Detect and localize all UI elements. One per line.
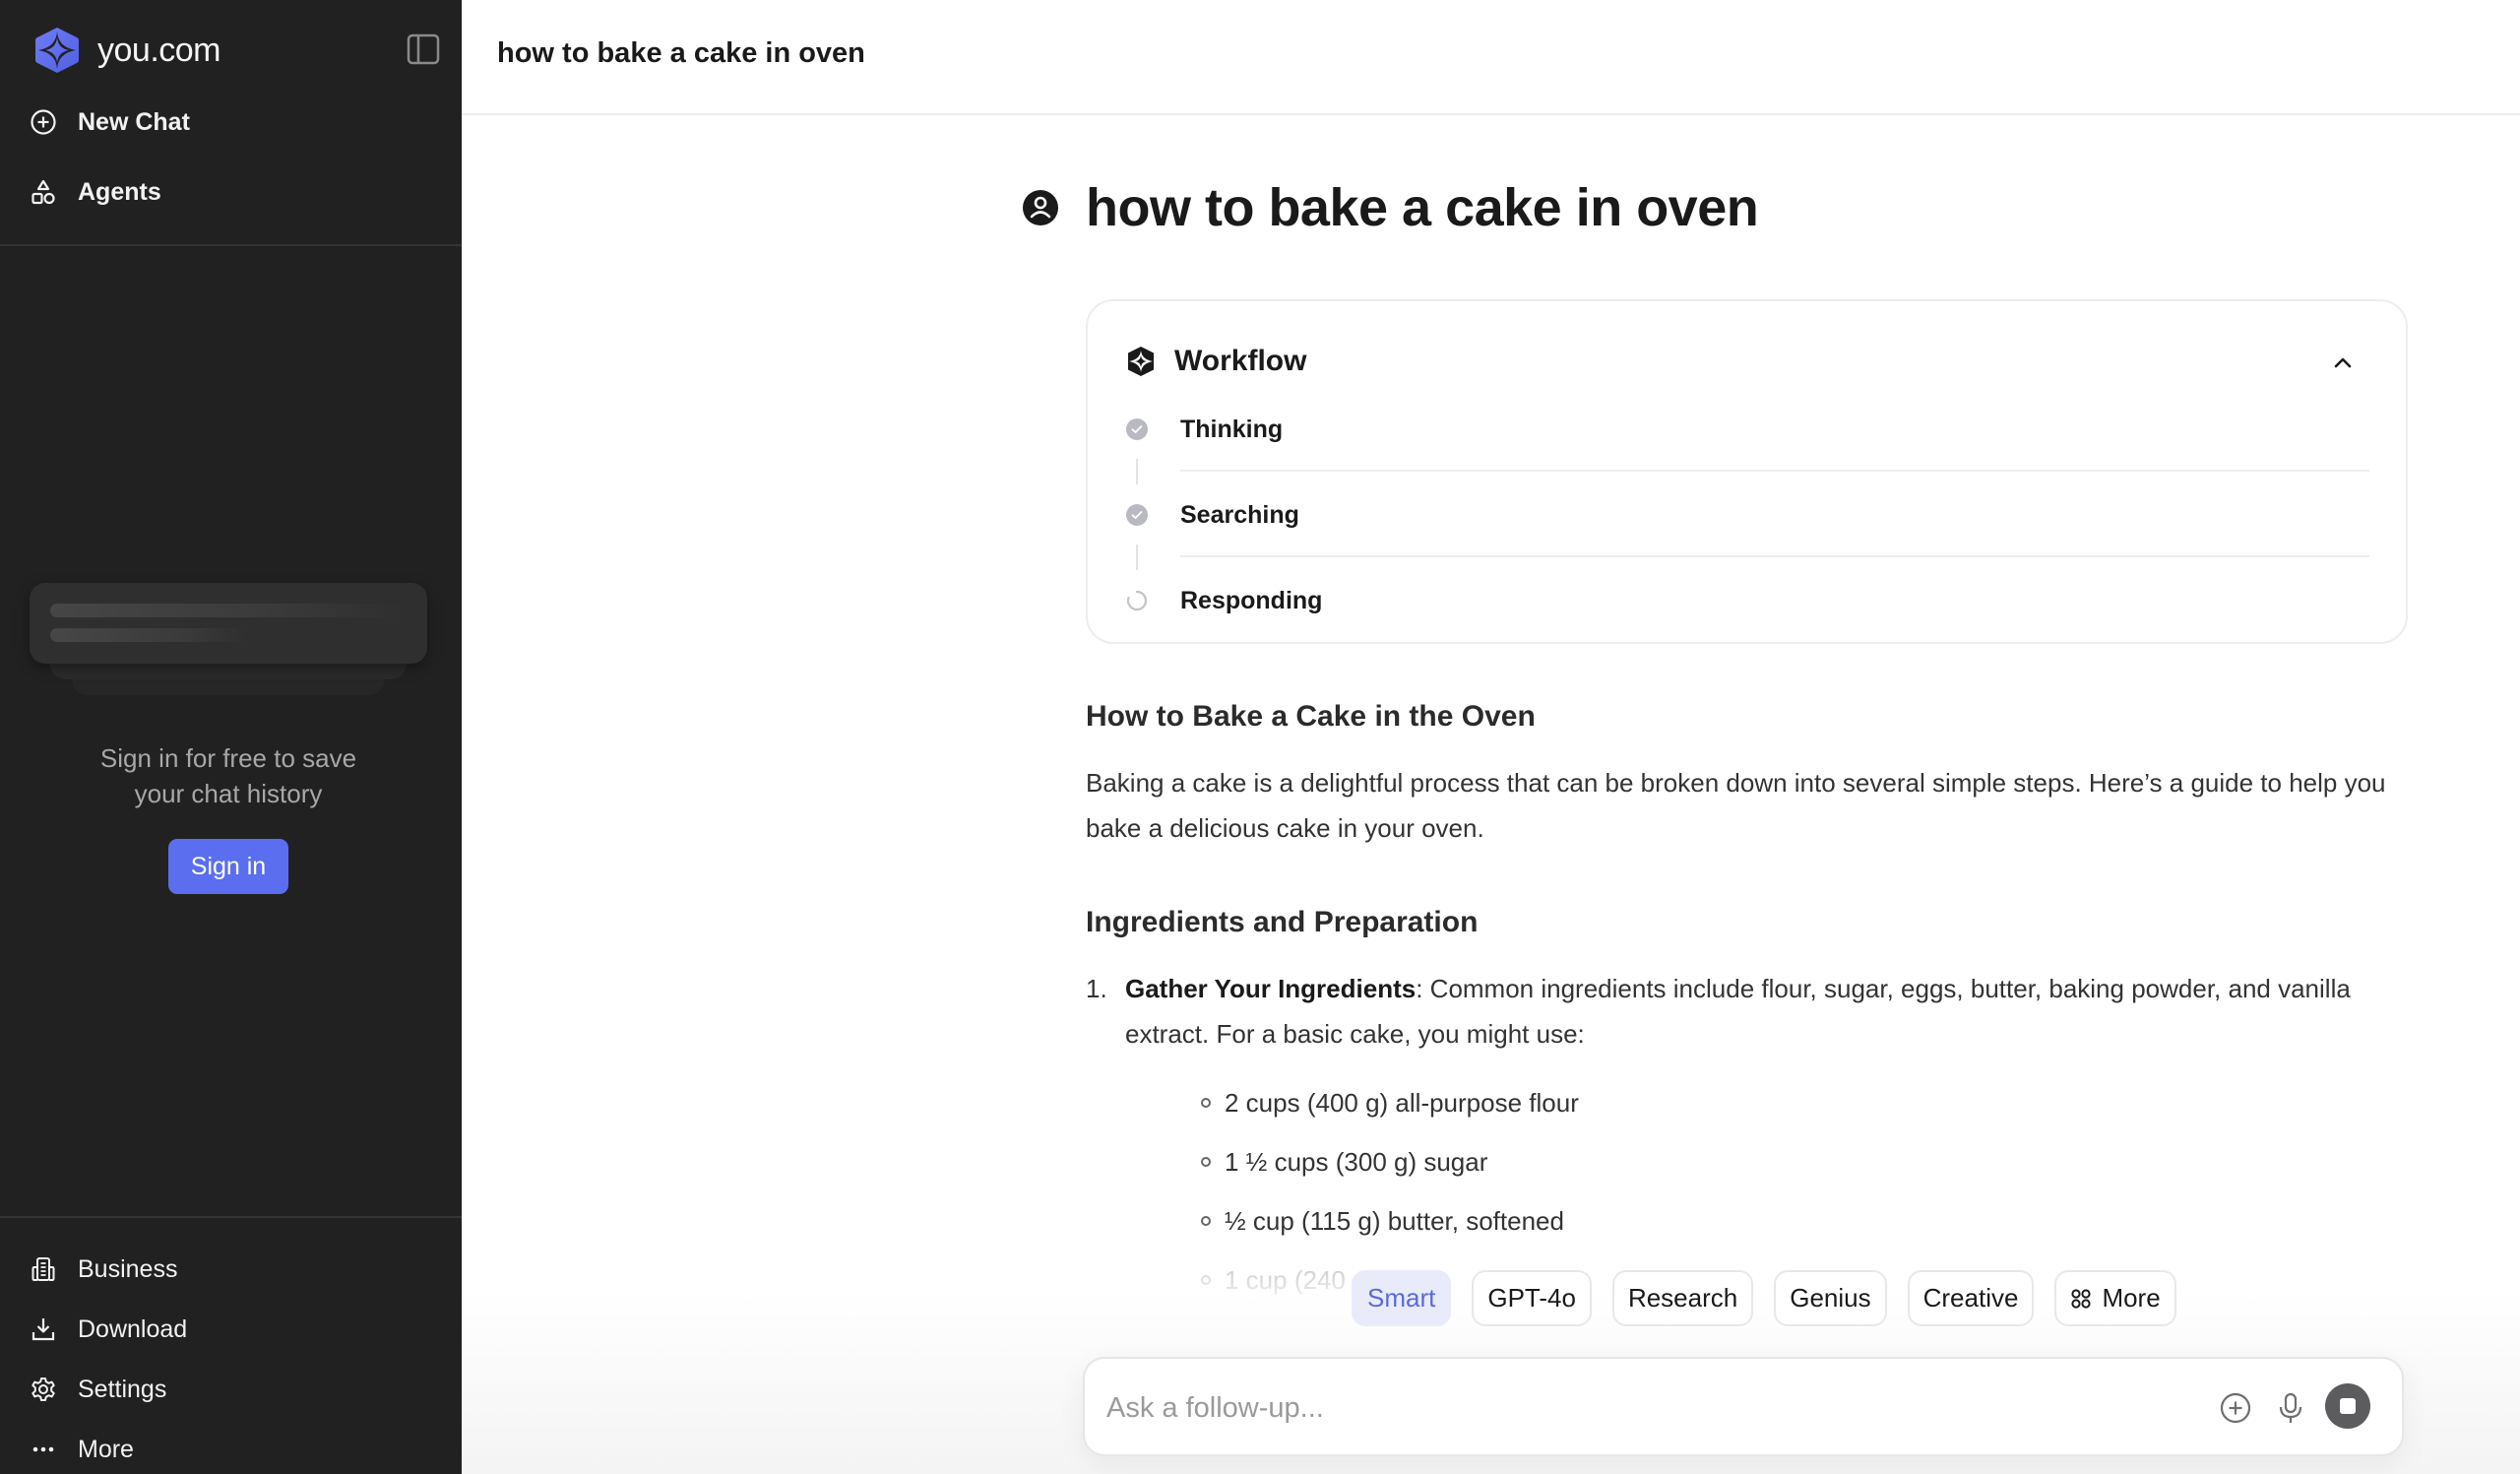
workflow-header[interactable]: Workflow: [1125, 345, 1306, 378]
building-icon: [28, 1253, 59, 1285]
grid-icon: [2071, 1288, 2092, 1309]
gear-icon: [28, 1374, 59, 1405]
chevron-up-icon: [2334, 357, 2352, 368]
workflow-step-searching: Searching: [1125, 495, 1299, 535]
sidebar-item-settings[interactable]: Settings: [28, 1367, 166, 1412]
stop-icon: [2340, 1398, 2356, 1414]
collapse-workflow-button[interactable]: [2329, 351, 2357, 374]
placeholder-line: [50, 604, 405, 617]
mode-more-label: More: [2102, 1283, 2161, 1313]
sidebar-item-download[interactable]: Download: [28, 1307, 187, 1352]
ingredient-text: ½ cup (115 g) butter, softened: [1225, 1206, 1564, 1236]
follow-up-input[interactable]: [1106, 1386, 2091, 1430]
workflow-title: Workflow: [1174, 345, 1307, 377]
mode-smart[interactable]: Smart: [1352, 1270, 1452, 1326]
brand-name: you.com: [97, 31, 221, 69]
voice-input-button[interactable]: [2270, 1387, 2311, 1429]
ingredient-text: 2 cups (400 g) all-purpose flour: [1225, 1088, 1579, 1118]
shapes-icon: [28, 176, 59, 208]
brand-logo[interactable]: you.com: [32, 26, 221, 75]
collapse-sidebar-button[interactable]: [406, 32, 441, 66]
step-label: Responding: [1180, 586, 1323, 614]
signin-prompt: Sign in for free to save your chat histo…: [0, 740, 457, 811]
user-avatar-icon: [1023, 190, 1058, 225]
plus-circle-icon: [28, 106, 59, 138]
plus-circle-icon: [2220, 1392, 2251, 1424]
step-divider: [1180, 470, 2369, 472]
workflow-step-thinking: Thinking: [1125, 410, 1283, 449]
chat-title: how to bake a cake in oven: [497, 37, 865, 69]
sidebar-item-agents[interactable]: Agents: [28, 167, 161, 217]
mode-creative[interactable]: Creative: [1907, 1270, 2035, 1326]
sidebar-item-new-chat[interactable]: New Chat: [28, 97, 190, 147]
top-bar: how to bake a cake in oven: [462, 0, 2520, 115]
signin-prompt-line: Sign in for free to save: [99, 743, 357, 773]
user-query: how to bake a cake in oven: [1022, 177, 1759, 238]
sidebar-divider: [0, 1216, 462, 1218]
section-heading: Ingredients and Preparation: [1086, 906, 1479, 938]
attach-button[interactable]: [2215, 1387, 2256, 1429]
spinner-icon: [1125, 589, 1149, 612]
download-icon: [28, 1314, 59, 1345]
check-circle-icon: [1125, 503, 1149, 527]
ingredient-item: 2 cups (400 g) all-purpose flour: [1201, 1083, 1579, 1122]
ingredient-item: 1 ½ cups (300 g) sugar: [1201, 1142, 1487, 1182]
mode-genius[interactable]: Genius: [1774, 1270, 1887, 1326]
step-connector: [1136, 545, 1138, 570]
history-placeholder-card: [30, 583, 427, 664]
mode-research[interactable]: Research: [1611, 1270, 1754, 1326]
sidebar-item-label: More: [78, 1435, 134, 1463]
placeholder-line: [50, 628, 247, 642]
mode-gpt-4o[interactable]: GPT-4o: [1472, 1270, 1592, 1326]
answer-intro: Baking a cake is a delightful process th…: [1086, 760, 2405, 851]
stop-generation-button[interactable]: [2325, 1383, 2370, 1429]
ingredient-item: ½ cup (115 g) butter, softened: [1201, 1201, 1564, 1241]
intro-line: Baking a cake is a delightful process th…: [1086, 768, 2386, 798]
sidebar: you.com New Chat Agents Sign in for free…: [0, 0, 462, 1474]
step-text: : Common ingredients include flour, suga…: [1416, 974, 2351, 1003]
step-text: extract. For a basic cake, you might use…: [1125, 1019, 1585, 1049]
sign-in-button[interactable]: Sign in: [168, 839, 288, 894]
sidebar-item-label: Download: [78, 1314, 188, 1343]
sidebar-item-label: Business: [78, 1254, 178, 1283]
bullet-icon: [1201, 1098, 1211, 1108]
sidebar-item-label: New Chat: [78, 107, 190, 136]
composer: [1083, 1357, 2404, 1456]
step-label: Thinking: [1180, 415, 1284, 443]
sidebar-divider: [0, 244, 462, 246]
mode-selector: Smart GPT-4o Research Genius Creative Mo…: [1352, 1270, 2176, 1326]
answer-heading: How to Bake a Cake in the Oven: [1086, 700, 1536, 733]
list-number: 1.: [1086, 974, 1107, 1003]
sidebar-toggle-icon: [407, 33, 440, 65]
microphone-icon: [2279, 1392, 2302, 1423]
you-logo-icon: [35, 28, 79, 73]
ordered-list-item: 1. Gather Your Ingredients: Common ingre…: [1086, 966, 2405, 1057]
sidebar-item-label: Settings: [78, 1375, 167, 1403]
sidebar-item-business[interactable]: Business: [28, 1247, 177, 1292]
step-divider: [1180, 555, 2369, 557]
workflow-panel: Workflow Thinking Searching Responding: [1086, 299, 2408, 644]
sidebar-item-label: Agents: [78, 177, 161, 206]
ellipsis-icon: [28, 1434, 59, 1465]
you-agent-icon: [1128, 347, 1154, 376]
signin-prompt-line: your chat history: [134, 779, 323, 808]
bullet-icon: [1201, 1157, 1211, 1167]
ingredient-text: 1 ½ cups (300 g) sugar: [1225, 1147, 1488, 1177]
mode-more[interactable]: More: [2054, 1270, 2176, 1326]
check-circle-icon: [1125, 417, 1149, 441]
workflow-step-responding: Responding: [1125, 581, 1322, 620]
bullet-icon: [1201, 1216, 1211, 1226]
step-label: Searching: [1180, 500, 1299, 529]
intro-line: bake a delicious cake in your oven.: [1086, 813, 1484, 843]
query-text: how to bake a cake in oven: [1086, 178, 1759, 237]
step-title: Gather Your Ingredients: [1125, 974, 1417, 1003]
sidebar-item-more[interactable]: More: [28, 1427, 134, 1472]
step-connector: [1136, 459, 1138, 484]
